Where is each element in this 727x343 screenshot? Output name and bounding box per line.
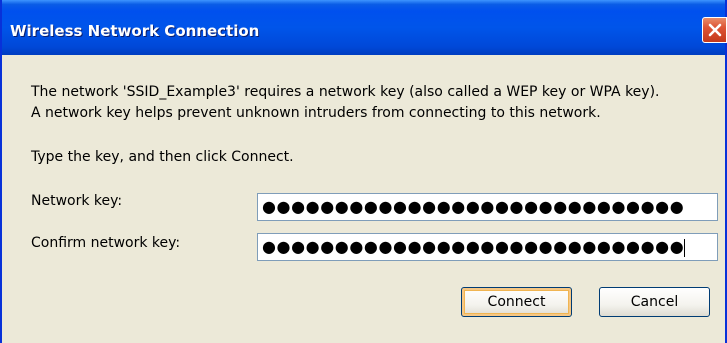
close-icon (708, 23, 722, 37)
message-line-2: A network key helps prevent unknown intr… (31, 105, 601, 121)
close-button[interactable] (702, 17, 727, 43)
confirm-network-key-value: ●●●●●●●●●●●●●●●●●●●●●●●●●●●●● (262, 237, 685, 256)
network-key-field[interactable]: ●●●●●●●●●●●●●●●●●●●●●●●●●●●●● (257, 193, 718, 221)
instruction-text: Type the key, and then click Connect. (31, 149, 294, 165)
network-key-value: ●●●●●●●●●●●●●●●●●●●●●●●●●●●●● (262, 197, 685, 216)
confirm-network-key-label: Confirm network key: (31, 235, 181, 251)
confirm-network-key-field[interactable]: ●●●●●●●●●●●●●●●●●●●●●●●●●●●●● (257, 233, 718, 261)
dialog-title: Wireless Network Connection (10, 22, 260, 40)
message-line-1: The network 'SSID_Example3' requires a n… (31, 84, 660, 100)
connect-button[interactable]: Connect (461, 287, 572, 317)
title-bar[interactable]: Wireless Network Connection (2, 0, 727, 55)
network-key-label: Network key: (31, 193, 123, 209)
text-caret (684, 238, 686, 257)
cancel-button[interactable]: Cancel (599, 287, 710, 317)
wireless-network-connection-dialog: Wireless Network Connection The network … (0, 0, 727, 343)
